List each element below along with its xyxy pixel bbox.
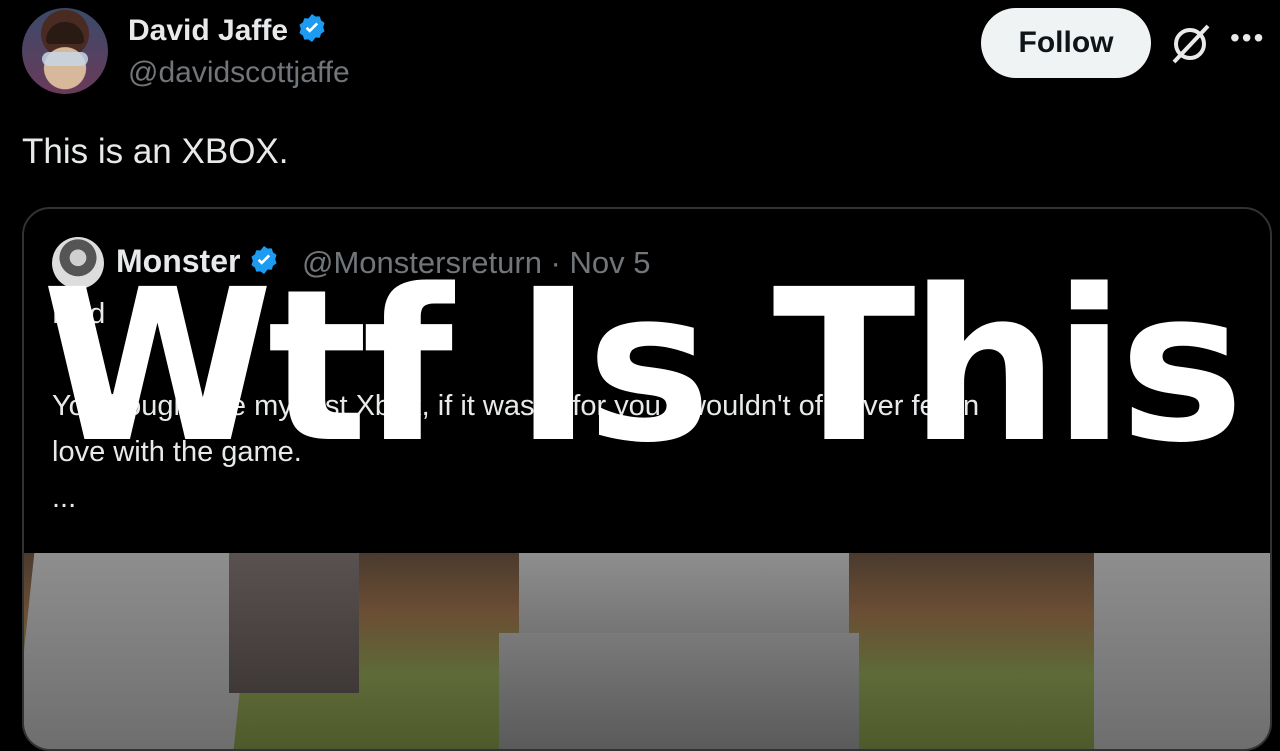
gravestone-center-base [499,633,859,749]
author-name-text: David Jaffe [128,13,289,47]
follow-button[interactable]: Follow [981,8,1151,78]
post-text: This is an XBOX. [22,132,289,171]
author-name[interactable]: David Jaffe [128,12,328,52]
verified-badge-icon [296,12,328,52]
grok-icon[interactable] [1168,22,1212,66]
avatar-hat [46,22,84,44]
author-handle[interactable]: @davidscottjaffe [128,56,350,90]
more-options-icon[interactable]: ••• [1230,22,1265,54]
overlay-caption: Wtf Is This [41,244,1244,489]
gravestone-left-back [229,553,359,693]
author-avatar[interactable] [22,8,108,94]
avatar-glasses [42,52,88,66]
